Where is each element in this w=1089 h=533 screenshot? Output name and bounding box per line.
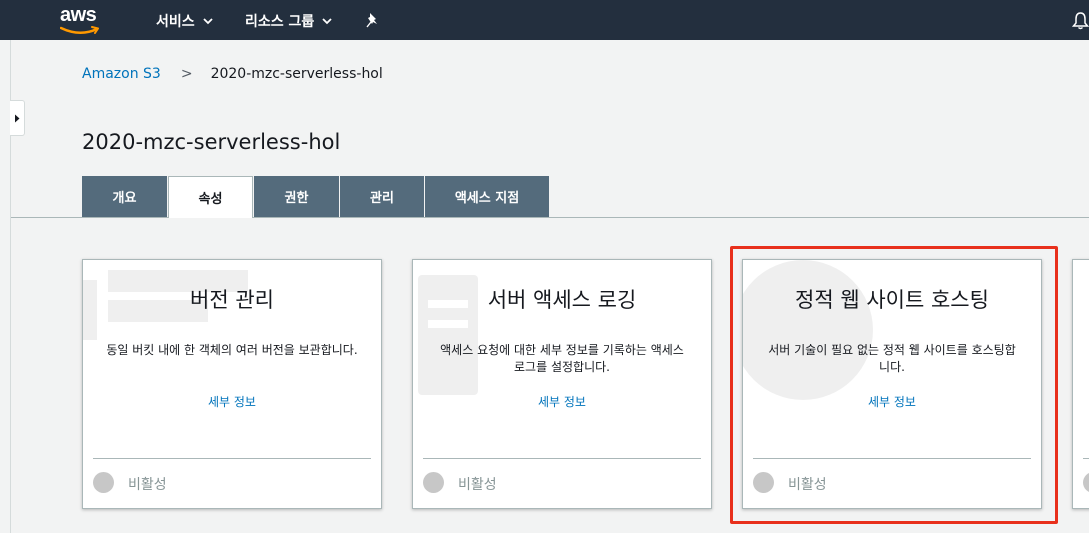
versioning-status-label: 비활성 xyxy=(128,477,167,493)
breadcrumb: Amazon S3 > 2020-mzc-serverless-hol xyxy=(82,66,383,82)
top-navigation-bar: aws 서비스 리소스 그룹 xyxy=(0,0,1089,40)
card-divider xyxy=(93,458,371,459)
caret-right-icon xyxy=(15,114,20,122)
card-divider xyxy=(423,458,701,459)
card-divider xyxy=(753,458,1031,459)
status-radio[interactable] xyxy=(93,472,114,493)
page-title: 2020-mzc-serverless-hol xyxy=(82,130,341,154)
services-menu[interactable]: 서비스 xyxy=(156,11,213,31)
static-website-hosting-details-link[interactable]: 세부 정보 xyxy=(743,393,1041,410)
tab-permissions[interactable]: 권한 xyxy=(254,176,339,217)
bell-icon[interactable] xyxy=(1071,12,1089,34)
server-access-logging-status-label: 비활성 xyxy=(458,477,497,493)
versioning-card[interactable]: 버전 관리 동일 버킷 내에 한 객체의 여러 버전을 보관합니다. 세부 정보… xyxy=(82,259,382,509)
versioning-card-title: 버전 관리 xyxy=(190,288,274,312)
breadcrumb-separator: > xyxy=(180,66,193,82)
sidebar-toggle-button[interactable] xyxy=(10,100,25,136)
card-divider xyxy=(1083,458,1089,459)
bucket-tabs: 개요 속성 권한 관리 액세스 지점 xyxy=(82,176,550,218)
resource-groups-menu[interactable]: 리소스 그룹 xyxy=(245,11,332,31)
versioning-card-description: 동일 버킷 내에 한 객체의 여러 버전을 보관합니다. xyxy=(106,343,358,357)
aws-logo[interactable]: aws xyxy=(58,4,104,36)
aws-logo-text: aws xyxy=(60,4,97,26)
server-access-logging-card-title: 서버 액세스 로깅 xyxy=(487,288,637,312)
chevron-down-icon xyxy=(322,13,332,29)
static-website-hosting-card-description: 서버 기술이 필요 없는 정적 웹 사이트를 호스팅합니다. xyxy=(768,343,1016,374)
aws-smile-icon xyxy=(60,26,99,34)
chevron-down-icon xyxy=(203,13,213,29)
server-access-logging-card[interactable]: 서버 액세스 로깅 액세스 요청에 대한 세부 정보를 기록하는 액세스 로그를… xyxy=(412,259,712,509)
server-access-logging-card-description: 액세스 요청에 대한 세부 정보를 기록하는 액세스 로그를 설정합니다. xyxy=(440,343,684,374)
tab-management[interactable]: 관리 xyxy=(340,176,424,217)
tab-properties[interactable]: 속성 xyxy=(168,176,253,218)
static-website-hosting-card[interactable]: 정적 웹 사이트 호스팅 서버 기술이 필요 없는 정적 웹 사이트를 호스팅합… xyxy=(742,259,1042,509)
status-radio[interactable] xyxy=(423,472,444,493)
versioning-details-link[interactable]: 세부 정보 xyxy=(83,393,381,410)
services-menu-label: 서비스 xyxy=(156,14,195,30)
static-website-hosting-card-title: 정적 웹 사이트 호스팅 xyxy=(795,288,989,312)
server-access-logging-details-link[interactable]: 세부 정보 xyxy=(413,393,711,410)
partial-card[interactable] xyxy=(1072,259,1089,509)
tab-overview[interactable]: 개요 xyxy=(82,176,167,217)
static-website-hosting-status-label: 비활성 xyxy=(788,477,827,493)
status-radio[interactable] xyxy=(753,472,774,493)
breadcrumb-current-bucket: 2020-mzc-serverless-hol xyxy=(210,66,383,82)
breadcrumb-amazon-s3-link[interactable]: Amazon S3 xyxy=(82,66,161,82)
status-radio[interactable] xyxy=(1083,472,1089,493)
tab-access-points[interactable]: 액세스 지점 xyxy=(425,176,549,217)
pushpin-icon[interactable] xyxy=(366,12,380,32)
resource-groups-menu-label: 리소스 그룹 xyxy=(245,14,315,30)
